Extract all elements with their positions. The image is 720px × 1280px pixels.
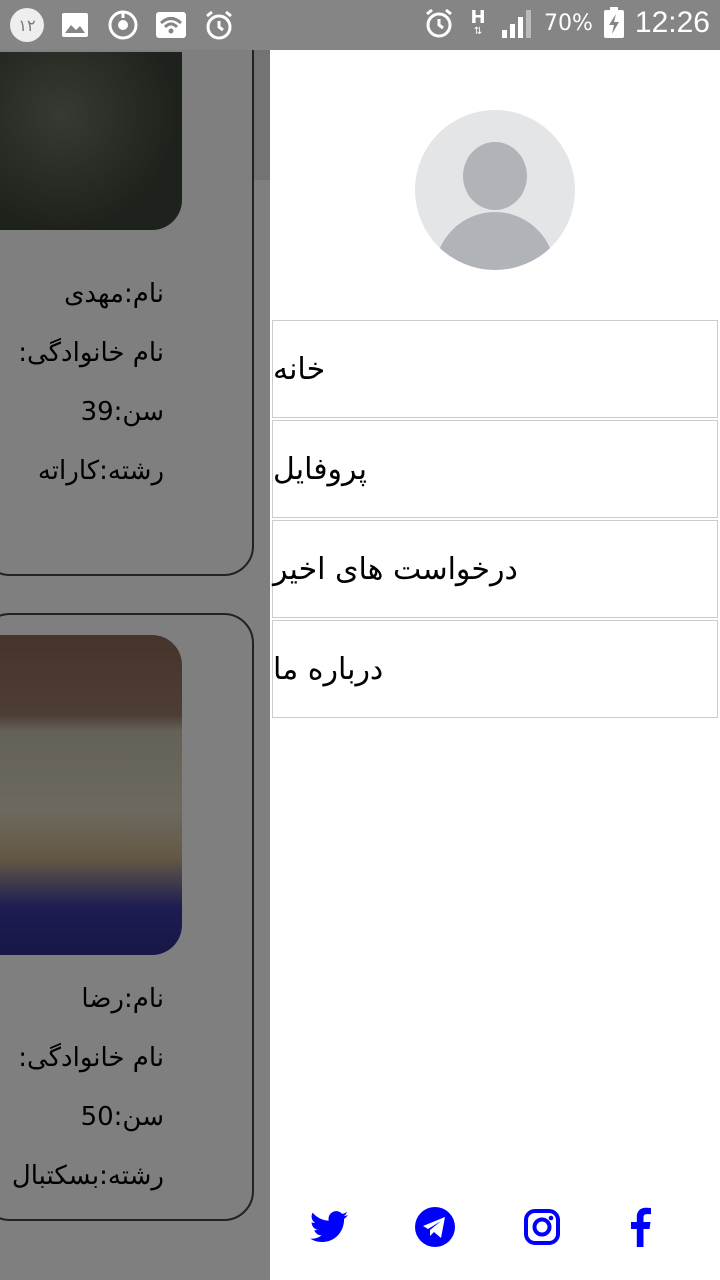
network-type-label: H bbox=[470, 7, 486, 28]
social-links bbox=[270, 1205, 720, 1265]
avatar-body bbox=[435, 212, 555, 270]
avatar-head bbox=[463, 142, 527, 210]
network-type-icon: H ⇅ bbox=[470, 7, 486, 37]
instagram-icon[interactable] bbox=[520, 1205, 564, 1249]
wifi-icon bbox=[154, 8, 188, 42]
menu-item-home[interactable]: خانه bbox=[272, 320, 718, 418]
notification-count-badge: ۱۲ bbox=[10, 8, 44, 42]
clock: 12:26 bbox=[634, 6, 710, 39]
status-right: H ⇅ 70% 12:26 bbox=[422, 6, 710, 40]
menu-item-label: پروفایل bbox=[273, 451, 367, 487]
alarm-icon bbox=[202, 8, 236, 42]
alarm-icon bbox=[422, 6, 456, 40]
signal-icon bbox=[500, 6, 534, 40]
facebook-icon[interactable] bbox=[618, 1205, 662, 1249]
status-left: ۱۲ bbox=[10, 8, 236, 42]
menu-item-label: درخواست های اخیر bbox=[273, 551, 518, 587]
status-bar: ۱۲ H ⇅ 70% 12:26 bbox=[0, 0, 720, 50]
menu-item-profile[interactable]: پروفایل bbox=[272, 420, 718, 518]
battery-charging-icon bbox=[603, 6, 625, 40]
gallery-icon bbox=[58, 8, 92, 42]
avatar[interactable] bbox=[415, 110, 575, 270]
drawer-menu: خانه پروفایل درخواست های اخیر درباره ما bbox=[272, 320, 718, 720]
menu-item-label: خانه bbox=[273, 351, 326, 387]
twitter-icon[interactable] bbox=[307, 1205, 351, 1249]
sync-icon bbox=[106, 8, 140, 42]
telegram-icon[interactable] bbox=[413, 1205, 457, 1249]
menu-item-about-us[interactable]: درباره ما bbox=[272, 620, 718, 718]
menu-item-label: درباره ما bbox=[273, 651, 384, 687]
battery-percentage: 70% bbox=[544, 10, 593, 36]
navigation-drawer: خانه پروفایل درخواست های اخیر درباره ما bbox=[270, 50, 720, 1280]
menu-item-recent-requests[interactable]: درخواست های اخیر bbox=[272, 520, 718, 618]
